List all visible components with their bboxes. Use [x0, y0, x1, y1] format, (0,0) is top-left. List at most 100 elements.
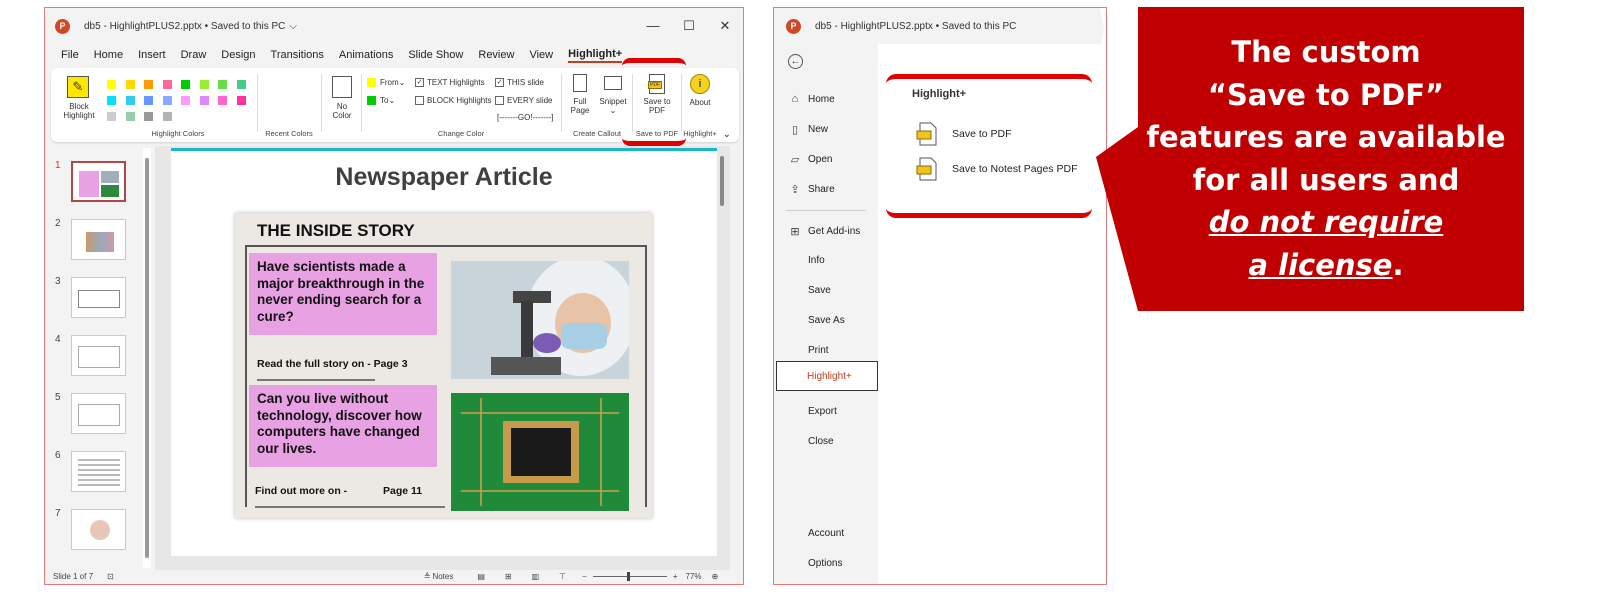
color-swatch[interactable]	[125, 96, 135, 105]
zoom-out-icon[interactable]: −	[582, 572, 587, 581]
this-slide-checkbox[interactable]: ✓ THIS slide	[495, 78, 544, 87]
tab-slide-show[interactable]: Slide Show	[408, 49, 463, 61]
snippet-icon	[604, 76, 622, 90]
slide[interactable]: Newspaper Article THE INSIDE STORY Have …	[171, 148, 717, 556]
scrollbar-thumb[interactable]	[145, 158, 149, 558]
tab-animations[interactable]: Animations	[339, 49, 393, 61]
color-swatch[interactable]	[199, 96, 209, 105]
color-swatch[interactable]	[162, 112, 172, 121]
color-swatch[interactable]	[107, 112, 116, 121]
nav-print[interactable]: Print	[808, 345, 829, 356]
every-slide-checkbox[interactable]: EVERY slide	[495, 96, 553, 105]
maximize-button[interactable]: ☐	[671, 18, 707, 34]
zoom-level[interactable]: 77%	[685, 572, 701, 581]
color-swatch[interactable]	[144, 112, 153, 121]
thumbnail-scrollbar[interactable]	[143, 148, 151, 568]
canvas-scrollbar[interactable]	[718, 148, 726, 558]
to-dropdown[interactable]: To ⌄	[367, 96, 395, 105]
no-color-label-2: Color	[332, 111, 352, 120]
tab-highlight-plus[interactable]: Highlight+	[568, 48, 623, 63]
slide-title[interactable]: Newspaper Article	[171, 163, 717, 192]
slide-thumbnail[interactable]	[71, 219, 126, 260]
color-swatch[interactable]	[199, 80, 209, 89]
about-group: i About Highlight+	[682, 72, 718, 138]
tab-insert[interactable]: Insert	[138, 49, 166, 61]
zoom-slider-thumb[interactable]	[626, 571, 630, 581]
title-chevron-icon[interactable]: ⌵	[289, 21, 297, 32]
callout-banner: The custom “Save to PDF” features are av…	[1096, 7, 1524, 311]
slide-thumbnail[interactable]	[71, 277, 126, 318]
tab-view[interactable]: View	[529, 49, 553, 61]
collapse-ribbon-icon[interactable]: ⌄	[723, 129, 731, 140]
newspaper-image[interactable]: THE INSIDE STORY Have scientists made a …	[235, 213, 652, 518]
tab-home[interactable]: Home	[94, 49, 123, 61]
nav-options[interactable]: Options	[808, 558, 842, 569]
slide-thumbnail[interactable]	[71, 509, 126, 550]
nav-highlight-plus[interactable]: Highlight+	[776, 361, 878, 391]
slide-thumbnail[interactable]	[71, 161, 126, 202]
from-dropdown[interactable]: From ⌄	[367, 78, 405, 87]
nav-export[interactable]: Export	[808, 406, 837, 417]
scrollbar-thumb[interactable]	[720, 156, 724, 206]
slide-thumbnail[interactable]	[71, 451, 126, 492]
full-page-button[interactable]: Full Page	[565, 74, 595, 115]
zoom-slider[interactable]	[592, 571, 667, 581]
normal-view-icon[interactable]: ▤	[477, 572, 485, 581]
color-swatch[interactable]	[162, 80, 172, 89]
text-highlights-checkbox[interactable]: ✓ TEXT Highlights	[415, 78, 485, 87]
slide-thumbnail[interactable]	[71, 393, 126, 434]
nav-share[interactable]: ⇪ Share	[788, 183, 835, 196]
color-swatch[interactable]	[107, 96, 116, 105]
color-swatch[interactable]	[218, 96, 227, 105]
from-color-icon	[367, 78, 376, 87]
block-highlights-checkbox[interactable]: BLOCK Highlights	[415, 96, 491, 105]
tab-review[interactable]: Review	[478, 49, 514, 61]
accessibility-icon[interactable]: ⊡	[107, 572, 114, 581]
divider	[321, 74, 322, 132]
tab-transitions[interactable]: Transitions	[271, 49, 324, 61]
minimize-button[interactable]: —	[635, 18, 671, 34]
presenter-icon[interactable]: ⊤	[559, 572, 566, 581]
nav-open[interactable]: ▱ Open	[788, 153, 833, 166]
reading-view-icon[interactable]: ▥	[532, 572, 540, 581]
nav-close[interactable]: Close	[808, 436, 834, 447]
notes-button[interactable]: Notes	[432, 572, 453, 581]
color-swatch[interactable]	[236, 96, 246, 105]
nav-label: New	[808, 124, 829, 135]
tab-draw[interactable]: Draw	[181, 49, 207, 61]
color-swatch[interactable]	[218, 80, 227, 89]
color-swatch[interactable]	[162, 96, 172, 105]
nav-info[interactable]: Info	[808, 255, 825, 266]
color-swatch[interactable]	[181, 80, 190, 89]
color-swatch[interactable]	[107, 80, 116, 89]
zoom-in-icon[interactable]: +	[673, 572, 678, 581]
nav-home[interactable]: ⌂ Home	[788, 93, 835, 105]
tab-file[interactable]: File	[61, 49, 79, 61]
color-swatch[interactable]	[125, 112, 135, 121]
slide-sorter-icon[interactable]: ⊞	[505, 572, 512, 581]
notes-icon[interactable]: ≜	[424, 572, 431, 581]
go-button[interactable]: [-------GO!-------]	[497, 113, 553, 122]
no-color-button[interactable]: No Color	[323, 72, 361, 138]
title-bar: P db5 - HighlightPLUS2.pptx • Saved to t…	[774, 8, 1106, 44]
close-button[interactable]: ✕	[707, 18, 743, 34]
nav-save[interactable]: Save	[808, 285, 831, 296]
share-icon: ⇪	[790, 184, 800, 196]
slide-thumbnail[interactable]	[71, 335, 126, 376]
color-swatch[interactable]	[236, 80, 246, 89]
nav-new[interactable]: ▯ New	[788, 123, 828, 136]
about-button[interactable]: i About	[683, 74, 717, 107]
tab-design[interactable]: Design	[221, 49, 255, 61]
color-swatch[interactable]	[144, 96, 153, 105]
nav-save-as[interactable]: Save As	[808, 315, 845, 326]
fit-slide-icon[interactable]: ⊕	[712, 572, 719, 581]
color-swatch[interactable]	[125, 80, 135, 89]
back-arrow-icon[interactable]: ←	[788, 54, 803, 69]
nav-label: Share	[808, 184, 835, 195]
nav-get-addins[interactable]: ⊞ Get Add-ins	[788, 225, 860, 238]
color-swatch[interactable]	[181, 96, 190, 105]
nav-account[interactable]: Account	[808, 528, 844, 539]
color-swatch[interactable]	[144, 80, 153, 89]
block-highlight-button[interactable]: ✎ Block Highlight	[57, 72, 101, 138]
open-icon: ▱	[790, 154, 800, 166]
